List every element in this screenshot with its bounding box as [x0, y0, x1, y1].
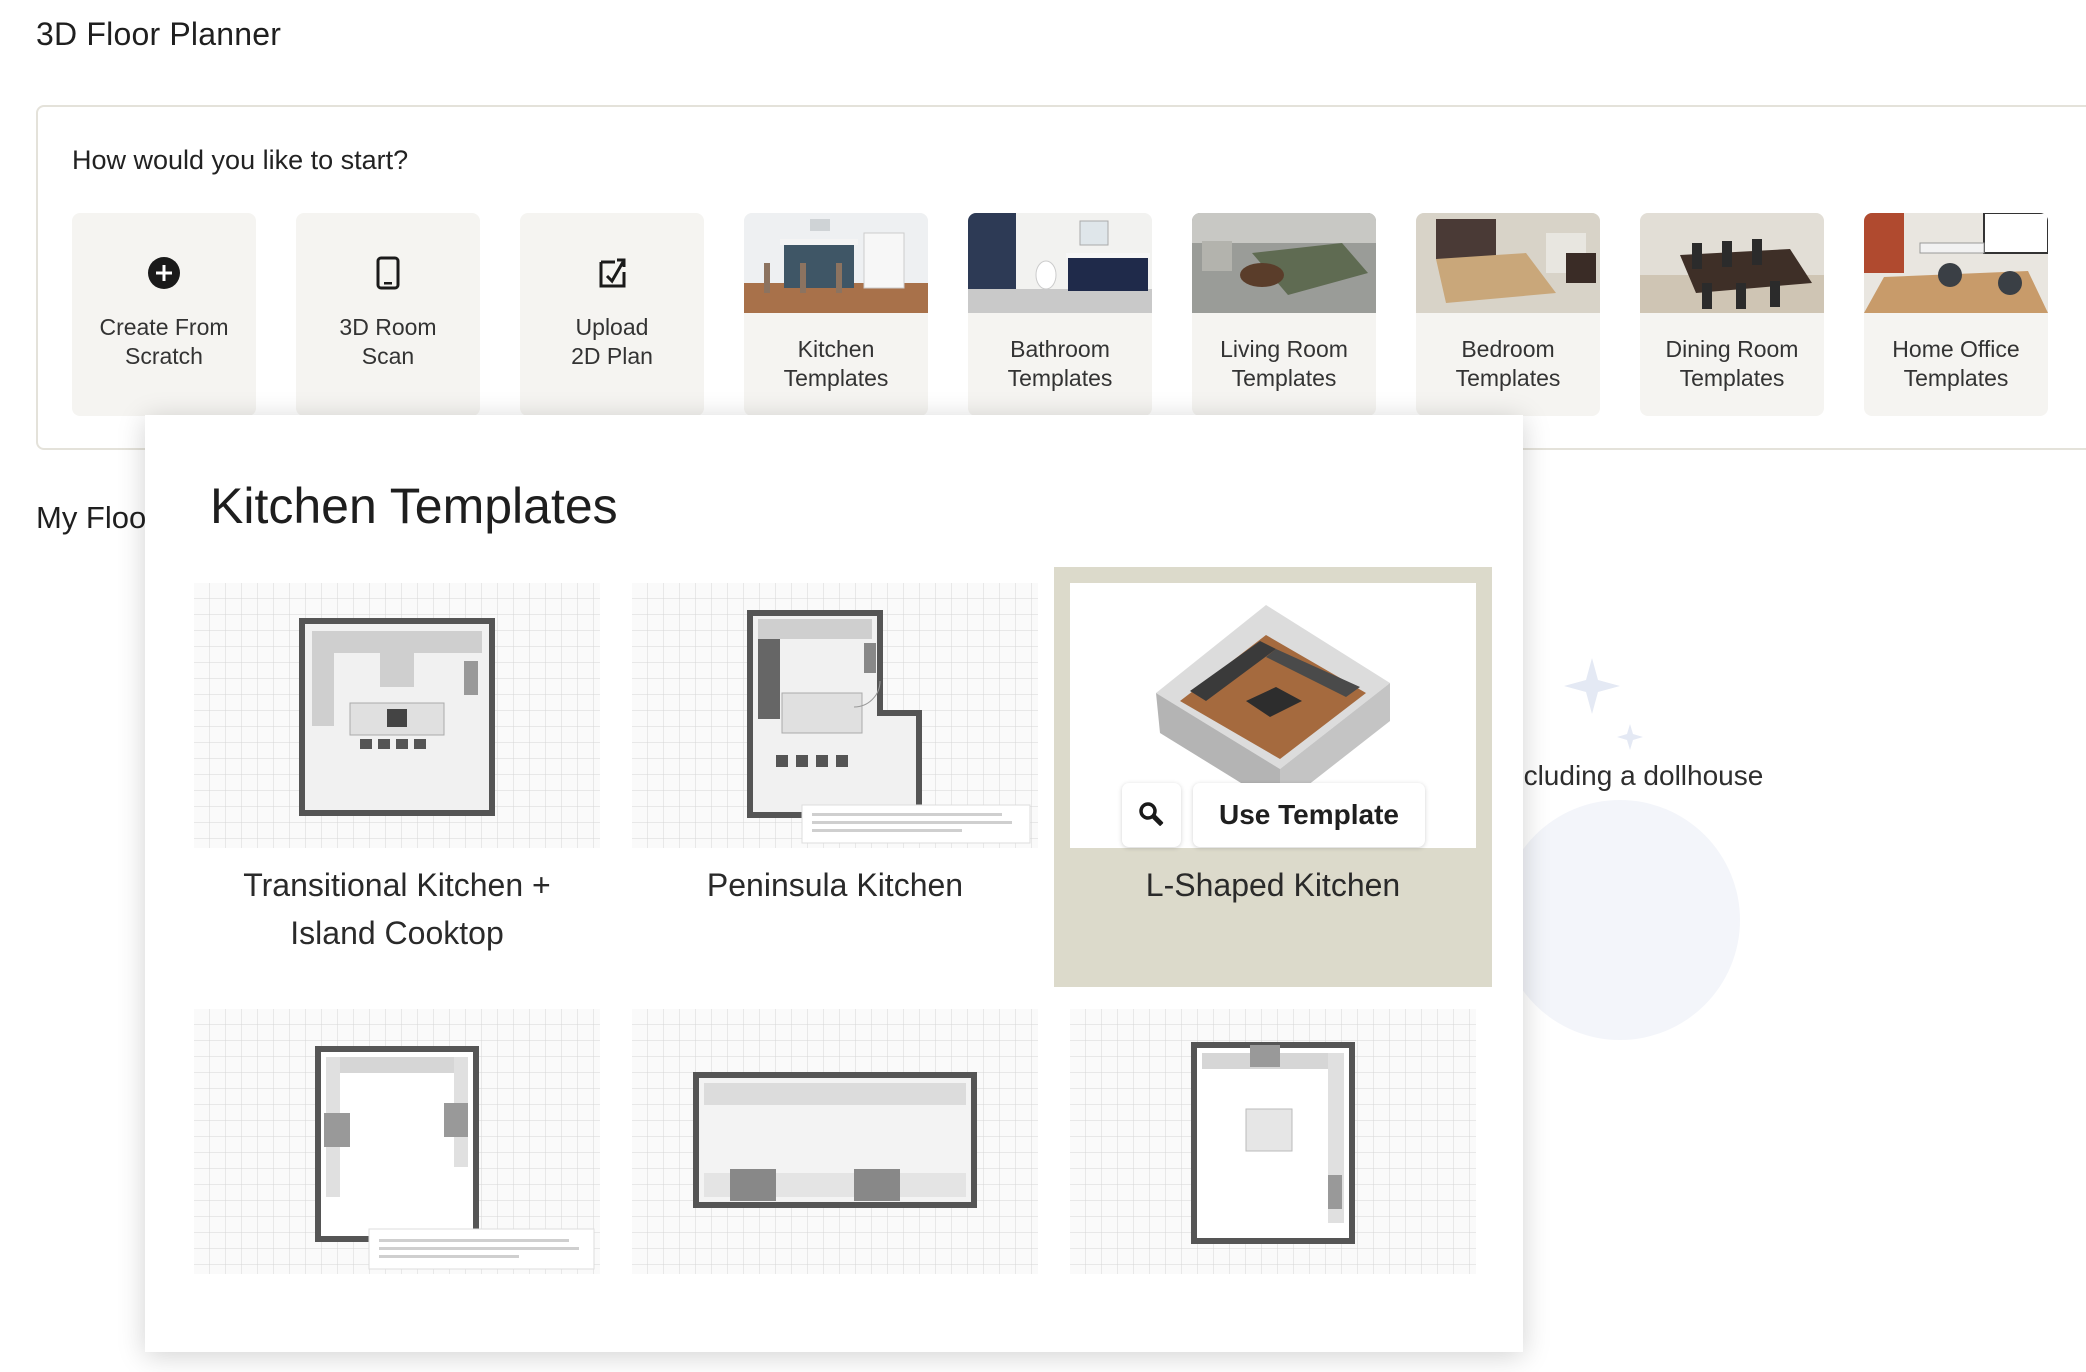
- option-label: Bathroom Templates: [1007, 336, 1113, 391]
- option-label: Upload 2D Plan: [571, 314, 653, 369]
- template-card-peninsula-kitchen[interactable]: Peninsula Kitchen: [616, 567, 1054, 987]
- option-label: Living Room Templates: [1220, 336, 1348, 391]
- template-name: L-Shaped Kitchen: [1145, 867, 1401, 903]
- start-heading: How would you like to start?: [72, 145, 409, 175]
- page-title: 3D Floor Planner: [36, 16, 282, 52]
- floor-plan-thumbnail: [632, 1009, 1038, 1274]
- home-office-templates-card[interactable]: Home Office Templates: [1864, 213, 2048, 416]
- template-card-6[interactable]: [1054, 993, 1492, 1293]
- room-scan-card[interactable]: 3D Room Scan: [296, 213, 480, 416]
- option-label: Kitchen Templates: [783, 336, 889, 391]
- dining-room-templates-card[interactable]: Dining Room Templates: [1640, 213, 1824, 416]
- bedroom-templates-card[interactable]: Bedroom Templates: [1416, 213, 1600, 416]
- bedroom-thumbnail: [1416, 213, 1600, 313]
- living-room-templates-card[interactable]: Living Room Templates: [1192, 213, 1376, 416]
- option-label: Dining Room Templates: [1665, 336, 1799, 391]
- bathroom-thumbnail: [968, 213, 1152, 313]
- option-label: Home Office Templates: [1892, 336, 2020, 391]
- template-card-4[interactable]: [178, 993, 616, 1293]
- kitchen-templates-overlay: Kitchen Templates Transitional Kitchen +…: [145, 415, 1523, 1352]
- floor-plan-thumbnail: [194, 1009, 600, 1274]
- my-floor-plans-heading: My Floo: [36, 500, 147, 535]
- option-label: Create From Scratch: [99, 314, 229, 369]
- home-office-thumbnail: [1864, 213, 2048, 313]
- plus-circle-icon: [72, 253, 256, 293]
- option-label: 3D Room Scan: [339, 314, 437, 369]
- dining-room-thumbnail: [1640, 213, 1824, 313]
- floor-plan-thumbnail: [194, 583, 600, 848]
- template-name: Peninsula Kitchen: [706, 867, 964, 903]
- magnifier-icon: [1138, 802, 1163, 826]
- start-options-panel: How would you like to start? Create From…: [36, 105, 2086, 450]
- template-card-5[interactable]: [616, 993, 1054, 1293]
- 3d-preview-thumbnail: Use Template: [1070, 583, 1476, 848]
- empty-state-text: ncluding a dollhouse: [1508, 760, 1764, 791]
- kitchen-templates-card[interactable]: Kitchen Templates: [744, 213, 928, 416]
- template-actions: Use Template: [1122, 783, 1425, 847]
- overlay-title: Kitchen Templates: [210, 478, 618, 534]
- template-card-l-shaped-kitchen[interactable]: Use Template L-Shaped Kitchen: [1054, 567, 1492, 987]
- kitchen-thumbnail: [744, 213, 928, 313]
- bathroom-templates-card[interactable]: Bathroom Templates: [968, 213, 1152, 416]
- living-room-thumbnail: [1192, 213, 1376, 313]
- floor-plan-thumbnail: [632, 583, 1038, 848]
- template-name: Transitional Kitchen + Island Cooktop: [243, 867, 551, 951]
- upload-plan-card[interactable]: Upload 2D Plan: [520, 213, 704, 416]
- template-card-transitional-kitchen[interactable]: Transitional Kitchen + Island Cooktop: [178, 567, 616, 987]
- preview-button[interactable]: [1122, 783, 1181, 847]
- upload-plan-icon: [520, 253, 704, 293]
- use-template-button[interactable]: Use Template: [1193, 783, 1425, 847]
- floor-plan-thumbnail: [1070, 1009, 1476, 1274]
- phone-icon: [296, 253, 480, 293]
- option-label: Bedroom Templates: [1455, 336, 1561, 391]
- create-from-scratch-card[interactable]: Create From Scratch: [72, 213, 256, 416]
